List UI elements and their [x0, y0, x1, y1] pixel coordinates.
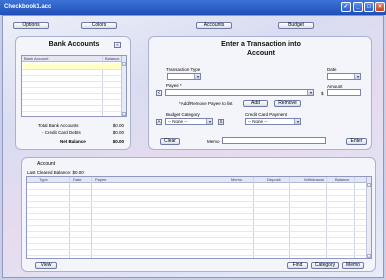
date-label: Date	[327, 67, 337, 72]
title-bar: Checkbook1.acc ✓ _ □ ×	[0, 0, 386, 15]
memo-label: Memo	[207, 139, 220, 144]
bank-accounts-grid[interactable]: Bank Account Balance	[21, 55, 127, 117]
account-panel: Account Last Cleared Balance: $0.00 Type…	[21, 157, 376, 272]
date-picker[interactable]	[327, 73, 361, 80]
remove-payee-button[interactable]: Remove	[274, 100, 301, 107]
budget-category-label: Budget Category	[166, 112, 200, 117]
memo-input[interactable]	[222, 137, 326, 144]
chevron-down-icon[interactable]	[294, 119, 300, 124]
accounts-button[interactable]: Accounts	[196, 22, 232, 29]
account-title: Account	[37, 161, 56, 167]
help-icon[interactable]: ✓	[341, 2, 351, 12]
balance-column[interactable]: Balance	[335, 177, 349, 183]
credit-debts-label: - Credit Card Debts	[42, 130, 81, 135]
bank-grid-header: Bank Account Balance	[22, 56, 126, 62]
payee-prev-button[interactable]: <	[156, 90, 162, 96]
net-balance-value: $0.00	[112, 139, 124, 144]
amount-input[interactable]	[327, 89, 361, 96]
credit-card-select[interactable]: -- None --	[245, 118, 301, 125]
app-body: Options Colors Accounts Budget Bank Acco…	[2, 15, 384, 278]
type-column[interactable]: Type	[39, 177, 48, 183]
scroll-up-icon[interactable]	[122, 62, 126, 66]
chevron-down-icon[interactable]	[206, 119, 212, 124]
budget-category-value: -- None --	[168, 119, 188, 124]
collapse-button[interactable]: «	[114, 42, 121, 48]
add-remove-payee-label: *Add/Remove Payee to list	[179, 101, 233, 106]
category-button[interactable]: Category	[311, 262, 339, 269]
scroll-down-icon[interactable]	[367, 254, 371, 258]
maximize-icon[interactable]: □	[364, 2, 374, 12]
view-button[interactable]: View	[35, 262, 57, 269]
minimize-icon[interactable]: _	[353, 2, 363, 12]
enter-button[interactable]: Enter	[346, 138, 367, 145]
withdrawal-column[interactable]: Withdrawal	[304, 177, 324, 183]
credit-card-value: -- None --	[248, 119, 268, 124]
transaction-type-label: Transaction Type	[166, 67, 201, 72]
net-balance-label: Net Balance	[60, 139, 86, 144]
budget-button[interactable]: Budget	[278, 22, 314, 29]
colors-button[interactable]: Colors	[81, 22, 117, 29]
credit-debts-value: $0.00	[112, 130, 124, 135]
chevron-down-icon[interactable]	[194, 74, 200, 79]
payee-label: Payee *	[166, 83, 182, 88]
transaction-title-2: Account	[247, 50, 275, 57]
currency-symbol: $	[321, 91, 324, 96]
deposit-column[interactable]: Deposit	[267, 177, 281, 183]
payee-select[interactable]	[165, 89, 314, 96]
transactions-grid[interactable]: Type Date Payee Memo Deposit Withdrawal …	[26, 176, 372, 259]
window-title: Checkbook1.acc	[4, 4, 52, 10]
transaction-title-1: Enter a Transaction into	[221, 41, 301, 48]
total-bank-label: Total Bank Accounts	[38, 123, 79, 128]
budget-add-button[interactable]: A	[156, 119, 162, 125]
budget-category-select[interactable]: -- None --	[165, 118, 213, 125]
memo-button[interactable]: Memo	[342, 262, 364, 269]
last-cleared-balance: Last Cleared Balance: $0.00	[27, 170, 84, 175]
transaction-panel: Enter a Transaction into Account Transac…	[148, 36, 372, 150]
transactions-scrollbar[interactable]	[366, 183, 371, 258]
payee-column[interactable]: Payee	[95, 177, 106, 183]
total-bank-value: $0.00	[112, 123, 124, 128]
budget-split-button[interactable]: S	[218, 119, 224, 125]
transaction-type-select[interactable]	[167, 73, 201, 80]
chevron-down-icon[interactable]	[307, 90, 313, 95]
bank-grid-scrollbar[interactable]	[121, 62, 126, 116]
calendar-dropdown-icon[interactable]	[354, 74, 360, 79]
options-button[interactable]: Options	[13, 22, 49, 29]
credit-card-payment-label: Credit Card Payment	[245, 112, 288, 117]
bank-account-column[interactable]: Bank Account	[24, 56, 48, 62]
scroll-down-icon[interactable]	[122, 112, 126, 116]
find-button[interactable]: Find	[287, 262, 308, 269]
scroll-up-icon[interactable]	[367, 183, 371, 187]
date-column[interactable]: Date	[73, 177, 81, 183]
memo-column[interactable]: Memo	[231, 177, 242, 183]
add-payee-button[interactable]: Add	[243, 100, 268, 107]
close-icon[interactable]: ×	[375, 2, 385, 12]
clear-button[interactable]: Clear	[160, 138, 180, 145]
bank-accounts-panel: Bank Accounts « Bank Account Balance Tot…	[15, 36, 131, 150]
transactions-grid-header: Type Date Payee Memo Deposit Withdrawal …	[27, 177, 371, 183]
balance-column[interactable]: Balance	[105, 56, 119, 62]
